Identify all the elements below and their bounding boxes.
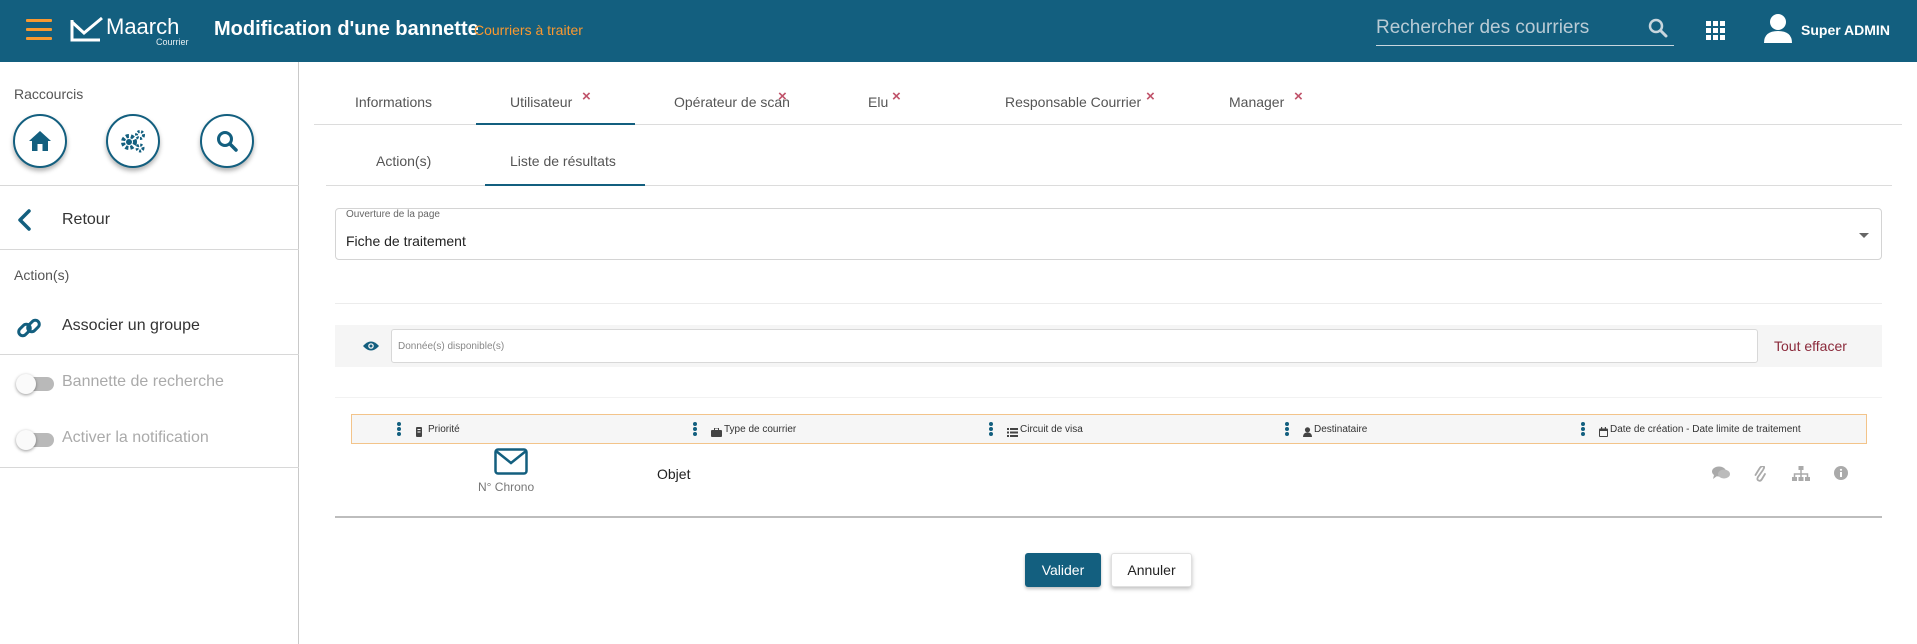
home-icon <box>29 131 51 151</box>
shortcut-administration-button[interactable] <box>106 114 160 168</box>
logo-mark-icon <box>70 16 103 42</box>
gears-icon <box>121 130 145 153</box>
data-filter-bar: Tout effacer <box>335 325 1882 367</box>
search-icon <box>217 131 238 152</box>
tab-label: Elu <box>868 94 889 110</box>
page-subtitle: Courriers à traiter <box>474 22 583 38</box>
divider <box>0 249 299 250</box>
user-avatar-icon[interactable] <box>1764 13 1792 50</box>
available-data-input[interactable] <box>391 329 1758 363</box>
app-logo[interactable]: Maarch Courrier <box>70 12 189 48</box>
shortcut-home-button[interactable] <box>13 114 67 168</box>
comments-icon[interactable] <box>1712 466 1730 485</box>
eye-icon[interactable] <box>363 339 379 357</box>
page-title: Modification d'une bannette <box>214 18 479 40</box>
divider <box>0 354 299 355</box>
link-icon <box>16 315 42 346</box>
divider <box>335 303 1882 304</box>
select-value: Fiche de traitement <box>346 233 466 249</box>
search-box <box>1376 12 1674 46</box>
chevron-down-icon <box>1859 233 1869 238</box>
drag-handle-icon[interactable] <box>1581 422 1587 437</box>
toggle-label: Activer la notification <box>62 429 209 446</box>
priority-icon <box>415 424 423 442</box>
tab-label: Liste de résultats <box>510 153 616 169</box>
back-label: Retour <box>62 211 111 228</box>
toggle-switch[interactable] <box>16 374 54 394</box>
tab-operateur-de-scan[interactable]: Opérateur de scan × <box>639 62 799 125</box>
back-button[interactable]: Retour <box>0 198 298 244</box>
apps-grid-icon[interactable] <box>1706 21 1726 41</box>
tab-utilisateur[interactable]: Utilisateur × <box>476 62 635 125</box>
toggle-switch[interactable] <box>16 430 54 450</box>
shortcut-search-button[interactable] <box>200 114 254 168</box>
close-icon[interactable]: × <box>1294 88 1303 105</box>
close-icon[interactable]: × <box>582 88 591 105</box>
close-icon[interactable]: × <box>892 88 901 105</box>
info-icon[interactable] <box>1834 466 1848 485</box>
tab-label: Opérateur de scan <box>674 94 790 110</box>
actions-title: Action(s) <box>14 267 70 283</box>
menu-icon[interactable] <box>26 19 52 43</box>
envelope-icon[interactable] <box>494 448 528 480</box>
column-label: Date de création - Date limite de traite… <box>1610 424 1801 435</box>
tab-label: Utilisateur <box>510 94 573 110</box>
tab-manager[interactable]: Manager × <box>1169 62 1329 125</box>
select-label: Ouverture de la page <box>346 209 440 220</box>
top-bar: Maarch Courrier Modification d'une banne… <box>0 0 1917 62</box>
search-icon[interactable] <box>1648 18 1668 43</box>
drag-handle-icon[interactable] <box>693 422 699 437</box>
user-name[interactable]: Super ADMIN <box>1801 22 1890 38</box>
tab-elu[interactable]: Elu × <box>802 62 962 125</box>
objet-label: Objet <box>657 466 691 482</box>
sitemap-icon[interactable] <box>1792 466 1810 486</box>
drag-handle-icon[interactable] <box>989 422 995 437</box>
page-open-select[interactable]: Ouverture de la page Fiche de traitement <box>335 208 1882 260</box>
toggle-notification[interactable]: Activer la notification <box>0 416 298 462</box>
drag-handle-icon[interactable] <box>397 422 403 437</box>
divider <box>0 185 299 186</box>
list-icon <box>1007 424 1018 442</box>
associate-group-label: Associer un groupe <box>62 317 200 334</box>
column-label: Priorité <box>428 424 460 435</box>
basket-tabs: Action(s) Liste de résultats <box>326 125 1892 186</box>
close-icon[interactable]: × <box>1146 88 1155 105</box>
tab-actions[interactable]: Action(s) <box>326 125 484 186</box>
clear-all-button[interactable]: Tout effacer <box>1774 338 1847 354</box>
toggle-label: Bannette de recherche <box>62 373 224 390</box>
calendar-icon <box>1599 424 1608 442</box>
tab-responsable-courrier[interactable]: Responsable Courrier × <box>965 62 1165 125</box>
sidebar: Raccourcis Retour Action(s) Associer un … <box>0 62 299 644</box>
chevron-left-icon <box>16 209 34 236</box>
briefcase-icon <box>711 424 722 442</box>
tab-label: Action(s) <box>376 153 432 169</box>
tab-label: Informations <box>355 94 433 110</box>
tab-liste-de-resultats[interactable]: Liste de résultats <box>485 125 645 186</box>
tab-label: Responsable Courrier <box>1005 94 1142 110</box>
app-sub: Courrier <box>156 37 189 47</box>
associate-group-button[interactable]: Associer un groupe <box>0 304 298 350</box>
user-icon <box>1303 424 1312 442</box>
divider <box>335 397 1882 398</box>
divider <box>0 467 299 468</box>
toggle-search-basket[interactable]: Bannette de recherche <box>0 360 298 406</box>
shortcuts-title: Raccourcis <box>14 86 84 102</box>
tab-label: Manager <box>1229 94 1285 110</box>
tab-informations[interactable]: Informations <box>314 62 474 125</box>
column-label: Type de courrier <box>724 424 797 435</box>
paperclip-icon[interactable] <box>1754 465 1766 487</box>
cancel-button[interactable]: Annuler <box>1111 553 1192 587</box>
search-input[interactable] <box>1376 14 1636 42</box>
chrono-label: N° Chrono <box>478 480 535 494</box>
column-label: Destinataire <box>1314 424 1368 435</box>
close-icon[interactable]: × <box>778 88 787 105</box>
column-header-row: Priorité Type de courrier Circuit de vis… <box>351 414 1867 444</box>
validate-button[interactable]: Valider <box>1025 553 1101 587</box>
column-label: Circuit de visa <box>1020 424 1083 435</box>
group-tabs: Informations Utilisateur × Opérateur de … <box>314 62 1902 125</box>
result-row-preview: N° Chrono Objet <box>335 444 1882 518</box>
drag-handle-icon[interactable] <box>1285 422 1291 437</box>
